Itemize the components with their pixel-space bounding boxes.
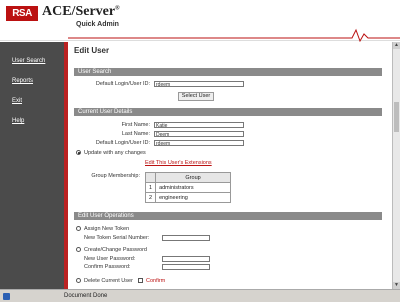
app-header: RSA ACE/Server® Quick Admin: [0, 0, 400, 42]
sidebar-item-user-search[interactable]: User Search: [12, 58, 45, 64]
group-membership-label: Group Membership:: [91, 173, 140, 179]
scroll-up-arrow-icon[interactable]: ▲: [393, 42, 400, 49]
group-column-header: Group: [155, 172, 232, 183]
group-table: Group 1 administrators 2 engineering: [144, 172, 232, 203]
last-name-label: Last Name:: [121, 131, 150, 137]
group-number-header: [144, 172, 157, 183]
confirm-password-label: Confirm Password:: [84, 264, 131, 270]
new-password-input[interactable]: [162, 256, 210, 262]
token-serial-input[interactable]: [162, 235, 210, 241]
user-search-section: User Search: [74, 68, 382, 76]
status-text: Document Done: [64, 293, 108, 299]
vertical-scrollbar[interactable]: ▲ ▼: [392, 42, 400, 289]
confirm-checkbox[interactable]: [138, 278, 143, 283]
update-label: Update with any changes: [84, 150, 146, 156]
product-subtitle: Quick Admin: [76, 21, 119, 28]
table-row: 1 administrators: [144, 182, 232, 193]
sidebar: User Search Reports Exit Help: [0, 42, 64, 289]
main-content: Edit User User Search Default Login/User…: [70, 42, 392, 289]
login-label: Default Login/User ID:: [95, 81, 150, 87]
sidebar-divider: [64, 42, 68, 289]
delete-user-radio[interactable]: [76, 278, 81, 283]
scroll-down-arrow-icon[interactable]: ▼: [393, 282, 400, 289]
product-title: ACE/Server: [42, 4, 116, 19]
group-row-number: 1: [144, 182, 157, 193]
registered-mark: ®: [115, 5, 120, 12]
group-table-header-row: Group: [144, 172, 232, 183]
new-password-label: New User Password:: [84, 256, 136, 262]
last-name-input[interactable]: Deem: [154, 131, 244, 138]
delete-user-label: Delete Current User: [84, 278, 133, 284]
sidebar-item-help[interactable]: Help: [12, 118, 24, 124]
edit-extensions-link[interactable]: Edit This User's Extensions: [145, 160, 212, 166]
first-name-label: First Name:: [121, 122, 150, 128]
default-login-input[interactable]: rdeem: [154, 140, 244, 147]
group-row-name: administrators: [155, 182, 232, 193]
page-title: Edit User: [74, 46, 110, 55]
sidebar-item-exit[interactable]: Exit: [12, 98, 22, 104]
serial-number-label: New Token Serial Number:: [84, 235, 150, 241]
edit-user-operations-section: Edit User Operations: [74, 212, 382, 220]
group-row-name: engineering: [155, 192, 232, 203]
change-password-label: Create/Change Password: [84, 247, 147, 253]
current-user-details-section: Current User Details: [74, 108, 382, 116]
confirm-password-input[interactable]: [162, 264, 210, 270]
search-login-input[interactable]: rdeem: [154, 81, 244, 88]
heartbeat-line-graphic: [68, 28, 400, 42]
confirm-label: Confirm: [146, 278, 166, 284]
rsa-logo: RSA: [6, 6, 38, 21]
assign-token-label: Assign New Token: [84, 226, 130, 232]
change-password-radio[interactable]: [76, 247, 81, 252]
update-radio[interactable]: [76, 150, 81, 155]
product-name: ACE/Server®: [42, 4, 120, 20]
select-user-button[interactable]: Select User: [178, 92, 214, 101]
scroll-thumb[interactable]: [394, 102, 399, 132]
page-status-icon: [3, 293, 10, 300]
browser-status-bar: Document Done: [0, 289, 400, 302]
table-row: 2 engineering: [144, 192, 232, 203]
assign-token-radio[interactable]: [76, 226, 81, 231]
group-row-number: 2: [144, 192, 157, 203]
sidebar-item-reports[interactable]: Reports: [12, 78, 33, 84]
first-name-input[interactable]: Katie: [154, 122, 244, 129]
default-login-label: Default Login/User ID:: [95, 140, 150, 146]
